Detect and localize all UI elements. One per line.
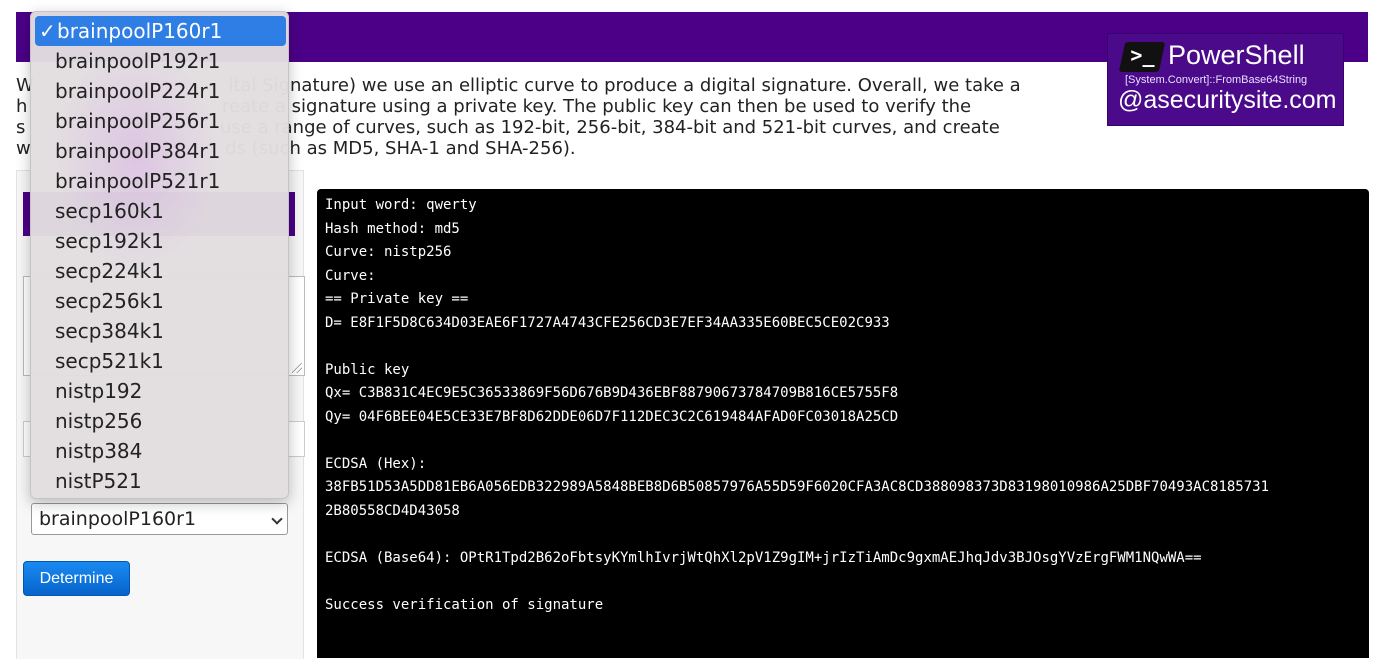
- output-line: Curve:: [325, 267, 376, 284]
- curve-option[interactable]: nistp384: [35, 436, 286, 466]
- curve-option-label: nistp256: [55, 409, 143, 433]
- powershell-name: PowerShell: [1168, 40, 1305, 70]
- curve-option-label: secp224k1: [55, 259, 164, 283]
- chevron-down-icon: [271, 513, 283, 525]
- curve-option[interactable]: brainpoolP192r1: [35, 46, 286, 76]
- curve-option[interactable]: brainpoolP384r1: [35, 136, 286, 166]
- curve-option[interactable]: ✓brainpoolP160r1: [35, 16, 286, 46]
- curve-dropdown-list[interactable]: ✓brainpoolP160r1 brainpoolP192r1 brainpool…: [30, 11, 289, 499]
- curve-option[interactable]: secp521k1: [35, 346, 286, 376]
- curve-option-label: brainpoolP256r1: [55, 109, 221, 133]
- checkmark-icon: ✓: [39, 19, 56, 43]
- curve-select[interactable]: brainpoolP160r1: [31, 503, 288, 535]
- output-line: ECDSA (Base64): OPtR1Tpd2B62oFbtsyKYmlhI…: [325, 549, 1202, 566]
- curve-option-label: nistp384: [55, 439, 143, 463]
- output-line: 2B80558CD4D43058: [325, 502, 460, 519]
- curve-select-value: brainpoolP160r1: [39, 508, 197, 530]
- curve-option-label: brainpoolP160r1: [57, 19, 223, 43]
- curve-option-label: secp256k1: [55, 289, 164, 313]
- curve-option[interactable]: nistP521: [35, 466, 286, 496]
- curve-option-label: secp384k1: [55, 319, 164, 343]
- curve-option[interactable]: secp224k1: [35, 256, 286, 286]
- output-line: ECDSA (Hex):: [325, 455, 427, 472]
- curve-option-label: secp160k1: [55, 199, 164, 223]
- curve-option[interactable]: brainpoolP224r1: [35, 76, 286, 106]
- output-line: Qy= 04F6BEE04E5CE33E7BF8D62DDE06D7F112DE…: [325, 408, 899, 425]
- output-line: D= E8F1F5D8C634D03EAE6F1727A4743CFE256CD…: [325, 314, 890, 331]
- curve-option-label: secp521k1: [55, 349, 164, 373]
- powershell-subtitle: [System.Convert]::FromBase64String: [1125, 74, 1308, 86]
- curve-option[interactable]: secp384k1: [35, 316, 286, 346]
- curve-option-label: secp192k1: [55, 229, 164, 253]
- determine-button[interactable]: Determine: [23, 561, 130, 596]
- output-line: == Private key ==: [325, 291, 469, 307]
- curve-option[interactable]: nistp256: [35, 406, 286, 436]
- output-line: Curve: nistp256: [325, 244, 452, 260]
- curve-option-label: brainpoolP224r1: [55, 79, 221, 103]
- curve-option[interactable]: brainpoolP256r1: [35, 106, 286, 136]
- curve-option-label: brainpoolP384r1: [55, 139, 221, 163]
- curve-option-label: brainpoolP192r1: [55, 49, 221, 73]
- powershell-badge[interactable]: >_ PowerShell [System.Convert]::FromBase…: [1107, 33, 1344, 126]
- output-line: Hash method: md5: [325, 220, 460, 237]
- output-console: Input word: qwerty Hash method: md5 Curve:…: [317, 189, 1369, 658]
- site-name: @asecuritysite.com: [1118, 86, 1337, 114]
- curve-option[interactable]: secp192k1: [35, 226, 286, 256]
- resize-handle-icon[interactable]: [292, 363, 302, 373]
- curve-option[interactable]: secp160k1: [35, 196, 286, 226]
- curve-option[interactable]: brainpoolP521r1: [35, 166, 286, 196]
- curve-option-label: brainpoolP521r1: [55, 169, 221, 193]
- output-line: Qx= C3B831C4EC9E5C36533869F56D676B9D436E…: [325, 385, 899, 401]
- curve-option[interactable]: secp256k1: [35, 286, 286, 316]
- curve-option-label: nistp192: [55, 379, 143, 403]
- curve-option[interactable]: nistp192: [35, 376, 286, 406]
- curve-option-label: nistP521: [55, 469, 142, 493]
- powershell-logo-icon: >_: [1118, 42, 1166, 72]
- output-line: Success verification of signature: [325, 596, 604, 613]
- output-line: Input word: qwerty: [325, 197, 477, 213]
- output-line: 38FB51D53A5DD81EB6A056EDB322989A5848BEB8…: [325, 479, 1270, 495]
- output-line: Public key: [325, 361, 410, 378]
